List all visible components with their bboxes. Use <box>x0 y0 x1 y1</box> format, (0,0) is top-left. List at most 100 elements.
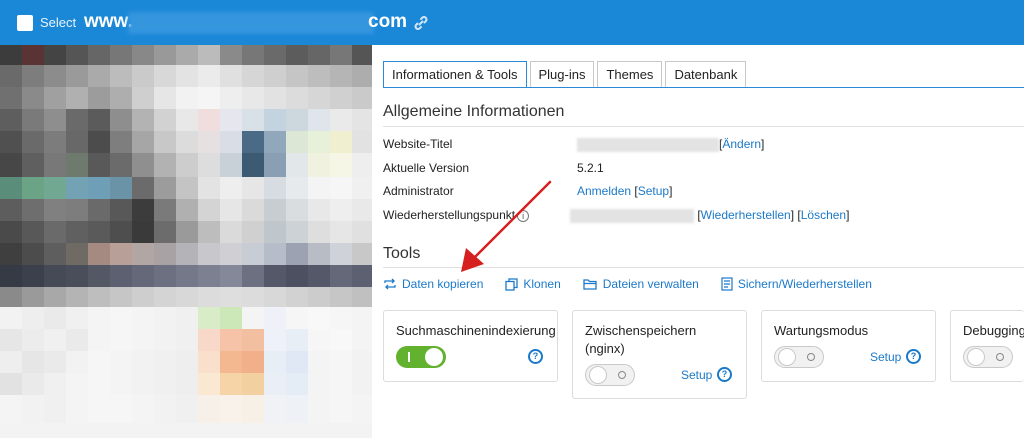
thumbnail-pixel <box>264 265 286 287</box>
thumbnail-pixel <box>220 395 242 423</box>
tab-info-tools[interactable]: Informationen & Tools <box>383 61 527 87</box>
thumbnail-pixel <box>330 243 352 265</box>
admin-setup-link[interactable]: Setup <box>638 184 669 198</box>
thumbnail-pixel <box>176 351 198 373</box>
thumbnail-pixel <box>286 109 308 131</box>
toggle-knob <box>778 348 796 366</box>
thumbnail-pixel <box>110 87 132 109</box>
thumbnail-pixel <box>88 307 110 329</box>
backup-restore-button[interactable]: Sichern/Wiederherstellen <box>721 277 872 291</box>
thumbnail-pixel <box>0 45 22 65</box>
caching-setup-link[interactable]: Setup <box>681 368 712 382</box>
thumbnail-pixel <box>242 243 264 265</box>
link-icon[interactable] <box>412 14 430 32</box>
tab-plugins[interactable]: Plug-ins <box>529 61 595 87</box>
thumbnail-pixel <box>88 221 110 243</box>
thumbnail-pixel <box>0 265 22 287</box>
thumbnail-pixel <box>198 153 220 177</box>
thumbnail-pixel <box>0 329 22 351</box>
thumbnail-pixel <box>88 243 110 265</box>
help-icon[interactable]: ? <box>906 349 921 364</box>
maintenance-toggle[interactable] <box>774 346 824 368</box>
thumbnail-pixel <box>330 351 352 373</box>
toggle-off-mark <box>996 353 1004 361</box>
debugging-title: Debugging <box>963 323 1024 338</box>
domain-suffix[interactable]: com <box>368 11 407 33</box>
thumbnail-pixel <box>0 287 22 307</box>
thumbnail-pixel <box>0 153 22 177</box>
thumbnail-pixel <box>286 395 308 423</box>
clone-button[interactable]: Klonen <box>505 277 561 291</box>
thumbnail-pixel <box>154 131 176 153</box>
thumbnail-pixel <box>88 109 110 131</box>
thumbnail-pixel <box>88 65 110 87</box>
restore-point-row-label: Wiederherstellungspunkt i <box>383 208 530 222</box>
manage-files-button[interactable]: Dateien verwalten <box>583 277 699 291</box>
thumbnail-pixel <box>264 287 286 307</box>
thumbnail-pixel <box>264 45 286 65</box>
thumbnail-pixel <box>352 395 372 423</box>
debugging-toggle[interactable] <box>963 346 1013 368</box>
tab-themes[interactable]: Themes <box>597 61 663 87</box>
thumbnail-pixel <box>220 109 242 131</box>
thumbnail-pixel <box>220 45 242 65</box>
change-title-link[interactable]: Ändern <box>722 137 761 151</box>
indexing-toggle[interactable] <box>396 346 446 368</box>
thumbnail-pixel <box>66 221 88 243</box>
thumbnail-pixel <box>220 265 242 287</box>
select-label: Select <box>40 15 77 30</box>
domain-prefix[interactable]: www. <box>84 11 133 33</box>
thumbnail-pixel <box>198 351 220 373</box>
thumbnail-pixel <box>242 65 264 87</box>
thumbnail-pixel <box>88 153 110 177</box>
thumbnail-pixel <box>88 373 110 395</box>
thumbnail-pixel <box>176 45 198 65</box>
thumbnail-pixel <box>66 131 88 153</box>
thumbnail-pixel <box>220 87 242 109</box>
thumbnail-pixel <box>66 177 88 199</box>
thumbnail-pixel <box>198 131 220 153</box>
delete-link[interactable]: Löschen <box>801 208 846 222</box>
thumbnail-pixel <box>22 45 44 65</box>
caching-toggle[interactable] <box>585 364 635 386</box>
thumbnail-pixel <box>242 109 264 131</box>
thumbnail-pixel <box>110 373 132 395</box>
thumbnail-pixel <box>330 373 352 395</box>
thumbnail-pixel <box>44 45 66 65</box>
thumbnail-pixel <box>44 373 66 395</box>
thumbnail-pixel <box>22 153 44 177</box>
thumbnail-pixel <box>132 177 154 199</box>
thumbnail-pixel <box>154 373 176 395</box>
thumbnail-pixel <box>220 177 242 199</box>
info-icon[interactable]: i <box>517 209 530 222</box>
select-checkbox[interactable] <box>17 15 33 31</box>
tab-database[interactable]: Datenbank <box>665 61 747 87</box>
tab-bar: Informationen & Tools Plug-ins Themes Da… <box>383 61 749 87</box>
thumbnail-pixel <box>286 65 308 87</box>
thumbnail-pixel <box>44 65 66 87</box>
toggle-off-mark <box>807 353 815 361</box>
thumbnail-pixel <box>198 109 220 131</box>
thumbnail-pixel <box>22 265 44 287</box>
thumbnail-pixel <box>220 307 242 329</box>
restore-point-label: Wiederherstellungspunkt <box>383 208 516 222</box>
maintenance-setup-link[interactable]: Setup <box>870 350 901 364</box>
help-icon[interactable]: ? <box>528 349 543 364</box>
thumbnail-pixel <box>176 307 198 329</box>
help-icon[interactable]: ? <box>717 367 732 382</box>
thumbnail-pixel <box>88 131 110 153</box>
restore-link[interactable]: Wiederherstellen <box>701 208 791 222</box>
thumbnail-pixel <box>264 199 286 221</box>
copy-data-button[interactable]: Daten kopieren <box>383 277 483 291</box>
site-screenshot-thumbnail[interactable] <box>0 45 372 438</box>
thumbnail-pixel <box>154 329 176 351</box>
thumbnail-pixel <box>264 373 286 395</box>
thumbnail-pixel <box>132 221 154 243</box>
thumbnail-pixel <box>154 351 176 373</box>
thumbnail-pixel <box>0 65 22 87</box>
thumbnail-pixel <box>264 153 286 177</box>
login-link[interactable]: Anmelden <box>577 184 631 198</box>
thumbnail-pixel <box>176 395 198 423</box>
restore-point-value: [Wiederherstellen] [Löschen] <box>570 208 849 223</box>
thumbnail-pixel <box>110 265 132 287</box>
